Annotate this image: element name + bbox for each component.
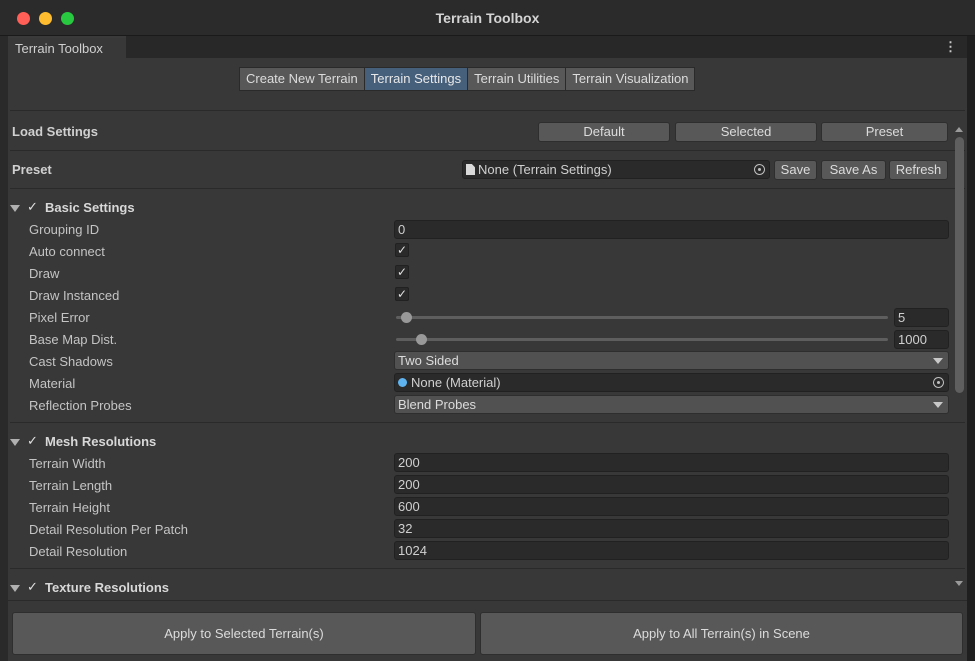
material-value: None (Material) bbox=[411, 375, 501, 390]
mode-terrain-settings[interactable]: Terrain Settings bbox=[363, 67, 469, 91]
mesh-resolutions-toggle[interactable]: ✓ bbox=[27, 434, 41, 448]
base-map-dist-slider-thumb[interactable] bbox=[415, 334, 427, 345]
cast-shadows-dropdown[interactable]: Two Sided bbox=[394, 351, 949, 370]
left-border bbox=[0, 36, 8, 661]
preset-refresh-button[interactable]: Refresh bbox=[889, 160, 948, 180]
pixel-error-label: Pixel Error bbox=[29, 310, 90, 325]
material-label: Material bbox=[29, 376, 76, 391]
mode-terrain-utilities[interactable]: Terrain Utilities bbox=[467, 67, 567, 91]
scriptable-object-icon bbox=[466, 164, 475, 175]
terrain-height-field[interactable]: 600 bbox=[394, 497, 949, 516]
preset-value: None (Terrain Settings) bbox=[478, 162, 612, 177]
auto-connect-checkbox[interactable]: ✓ bbox=[395, 243, 409, 257]
preset-label: Preset bbox=[12, 162, 52, 177]
divider bbox=[10, 188, 965, 189]
terrain-height-label: Terrain Height bbox=[29, 500, 110, 515]
texture-resolutions-foldout[interactable]: ✓ Texture Resolutions bbox=[10, 579, 310, 599]
draw-label: Draw bbox=[29, 266, 60, 281]
draw-instanced-label: Draw Instanced bbox=[29, 288, 120, 303]
mode-terrain-visualization[interactable]: Terrain Visualization bbox=[565, 67, 696, 91]
mode-create-new-terrain[interactable]: Create New Terrain bbox=[239, 67, 365, 91]
foldout-arrow-icon[interactable] bbox=[10, 439, 20, 446]
draw-checkbox[interactable]: ✓ bbox=[395, 265, 409, 279]
terrain-length-label: Terrain Length bbox=[29, 478, 113, 493]
grouping-id-field[interactable]: 0 bbox=[394, 220, 949, 239]
reflection-probes-label: Reflection Probes bbox=[29, 398, 132, 413]
mesh-resolutions-title: Mesh Resolutions bbox=[45, 434, 157, 449]
texture-resolutions-toggle[interactable]: ✓ bbox=[27, 580, 41, 594]
apply-all-button[interactable]: Apply to All Terrain(s) in Scene bbox=[480, 612, 963, 655]
terrain-length-field[interactable]: 200 bbox=[394, 475, 949, 494]
apply-selected-button[interactable]: Apply to Selected Terrain(s) bbox=[12, 612, 476, 655]
load-preset-button[interactable]: Preset bbox=[821, 122, 948, 142]
basic-settings-toggle[interactable]: ✓ bbox=[27, 200, 41, 214]
material-icon bbox=[398, 378, 407, 387]
divider bbox=[10, 422, 965, 423]
divider bbox=[10, 150, 965, 151]
load-settings-label: Load Settings bbox=[12, 124, 98, 139]
cast-shadows-label: Cast Shadows bbox=[29, 354, 113, 369]
settings-panel: Load Settings Default Selected Preset Pr… bbox=[8, 110, 967, 600]
draw-instanced-checkbox[interactable]: ✓ bbox=[395, 287, 409, 301]
auto-connect-label: Auto connect bbox=[29, 244, 105, 259]
detail-res-per-patch-label: Detail Resolution Per Patch bbox=[29, 522, 188, 537]
detail-resolution-field[interactable]: 1024 bbox=[394, 541, 949, 560]
detail-resolution-label: Detail Resolution bbox=[29, 544, 128, 559]
pixel-error-field[interactable]: 5 bbox=[894, 308, 949, 327]
load-default-button[interactable]: Default bbox=[538, 122, 670, 142]
grouping-id-label: Grouping ID bbox=[29, 222, 100, 237]
terrain-width-label: Terrain Width bbox=[29, 456, 106, 471]
preset-object-field[interactable]: None (Terrain Settings) bbox=[462, 160, 770, 179]
scrollbar-thumb[interactable] bbox=[955, 137, 964, 393]
right-border bbox=[967, 36, 975, 661]
preset-save-button[interactable]: Save bbox=[774, 160, 817, 180]
scroll-down-arrow-icon[interactable] bbox=[955, 581, 963, 586]
preset-save-as-button[interactable]: Save As bbox=[821, 160, 886, 180]
divider bbox=[10, 568, 965, 569]
basic-settings-foldout[interactable]: ✓ Basic Settings bbox=[10, 199, 310, 219]
footer-actions: Apply to Selected Terrain(s) Apply to Al… bbox=[8, 600, 967, 661]
foldout-arrow-icon[interactable] bbox=[10, 585, 20, 592]
tab-terrain-toolbox[interactable]: Terrain Toolbox bbox=[8, 36, 126, 58]
terrain-width-field[interactable]: 200 bbox=[394, 453, 949, 472]
mode-toolbar: Create New Terrain Terrain Settings Terr… bbox=[8, 58, 967, 110]
pixel-error-slider-thumb[interactable] bbox=[400, 312, 412, 323]
reflection-probes-value: Blend Probes bbox=[398, 397, 477, 412]
material-object-field[interactable]: None (Material) bbox=[394, 373, 949, 392]
cast-shadows-value: Two Sided bbox=[398, 353, 459, 368]
pixel-error-slider[interactable] bbox=[396, 316, 888, 319]
base-map-dist-field[interactable]: 1000 bbox=[894, 330, 949, 349]
base-map-dist-label: Base Map Dist. bbox=[29, 332, 118, 347]
texture-resolutions-title: Texture Resolutions bbox=[45, 580, 170, 595]
title-bar: Terrain Toolbox bbox=[0, 0, 975, 36]
dropdown-arrow-icon bbox=[933, 358, 943, 364]
window-title: Terrain Toolbox bbox=[435, 10, 540, 26]
scroll-up-arrow-icon[interactable] bbox=[955, 127, 963, 132]
load-selected-button[interactable]: Selected bbox=[675, 122, 817, 142]
reflection-probes-dropdown[interactable]: Blend Probes bbox=[394, 395, 949, 414]
editor-tab-bar: Terrain Toolbox ⋮ bbox=[8, 36, 967, 58]
object-picker-icon[interactable] bbox=[933, 377, 944, 388]
terrain-toolbox-window: Terrain Toolbox Terrain Toolbox ⋮ Create… bbox=[0, 0, 975, 661]
detail-res-per-patch-field[interactable]: 32 bbox=[394, 519, 949, 538]
divider bbox=[10, 110, 965, 111]
mesh-resolutions-foldout[interactable]: ✓ Mesh Resolutions bbox=[10, 433, 310, 453]
dropdown-arrow-icon bbox=[933, 402, 943, 408]
more-options-icon[interactable]: ⋮ bbox=[944, 36, 957, 58]
object-picker-icon[interactable] bbox=[754, 164, 765, 175]
foldout-arrow-icon[interactable] bbox=[10, 205, 20, 212]
basic-settings-title: Basic Settings bbox=[45, 200, 135, 215]
base-map-dist-slider[interactable] bbox=[396, 338, 888, 341]
